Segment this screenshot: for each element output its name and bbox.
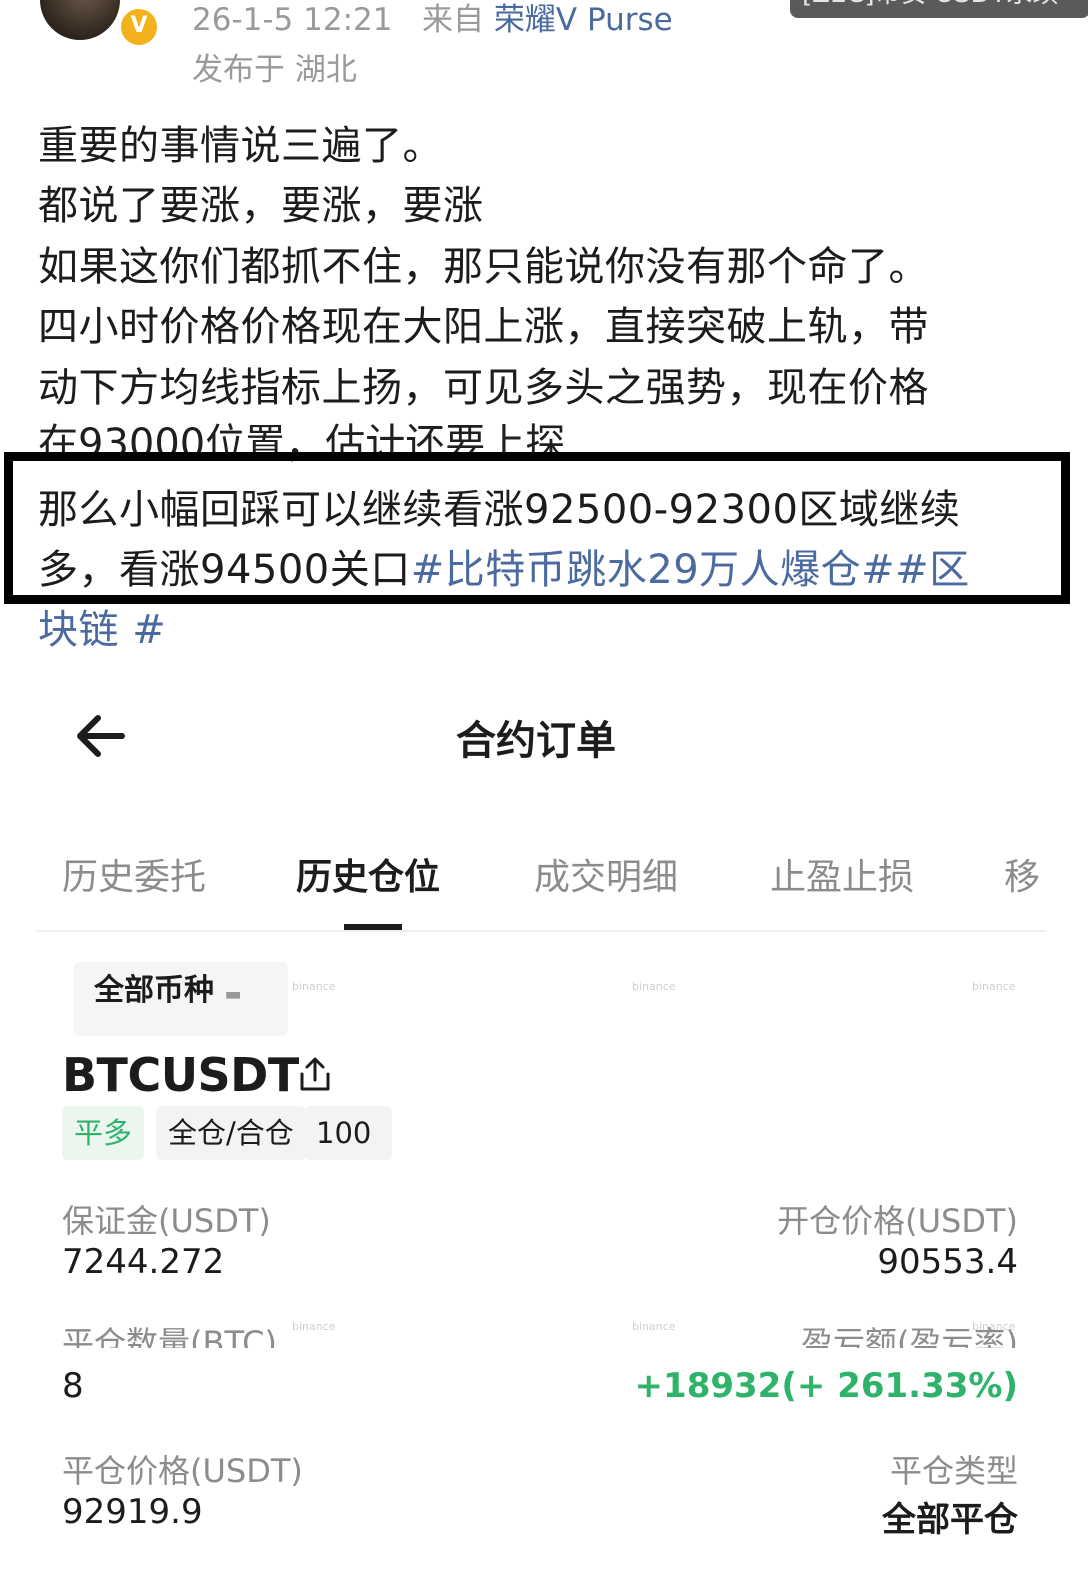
watermark: binance [292,1320,336,1333]
pnl-label-text: 盈亏额(盈亏率) [801,1324,1018,1348]
close-price-value: 92919.9 [62,1492,203,1532]
leverage-badge: 100 [304,1106,392,1160]
close-type-label: 平仓类型 [889,1452,1018,1490]
pnl-label: 盈亏额(盈亏率) [801,1318,1018,1348]
highlight-text: 多，看涨94500关口 [38,547,411,593]
hashtag-link[interactable]: #比特币跳水29万人爆仓##区 [411,547,970,593]
symbol-name: BTCUSDT [62,1048,299,1102]
coin-filter-dropdown[interactable]: 全部币种 ▬ [74,962,288,1036]
side-badge: 平多 [62,1106,145,1160]
tab-more[interactable]: 移 [1004,848,1044,900]
close-type-value: 全部平仓 [882,1500,1018,1540]
margin-label: 保证金(USDT) [62,1202,271,1240]
coin-filter-label: 全部币种 [94,973,214,1008]
page-title: 合约订单 [456,718,616,764]
share-icon[interactable] [296,1056,334,1094]
post-meta: 26-1-5 12:21 来自 荣耀V Purse [192,0,673,39]
post-text-line: 四小时价格价格现在大阳上涨，直接突破上轨，带 [38,304,929,350]
back-arrow-icon[interactable] [72,708,132,764]
tabs-divider [36,930,1046,932]
highlight-line: 那么小幅回踩可以继续看涨92500-92300区域继续 [38,487,961,533]
post-timestamp: 26-1-5 12:21 [192,2,393,38]
tab-position-history[interactable]: 历史仓位 [296,848,440,900]
watermark: binance [292,980,336,993]
tab-tp-sl[interactable]: 止盈止损 [770,848,914,900]
hashtag-link[interactable]: 块链 # [38,600,166,660]
tab-trade-details[interactable]: 成交明细 [534,848,678,900]
post-text-line: 重要的事情说三遍了。 [38,123,443,169]
avatar[interactable] [40,0,120,40]
margin-value: 7244.272 [62,1242,225,1282]
open-price-value: 90553.4 [877,1242,1018,1282]
close-qty-value: 8 [62,1366,84,1406]
watermark: binance [632,980,676,993]
chevron-down-icon: ▬ [224,984,242,1005]
open-price-label: 开仓价格(USDT) [777,1202,1018,1240]
close-qty-label: 平仓数量(BTC) [62,1318,277,1348]
verified-badge-icon: V [118,6,160,48]
close-price-label: 平仓价格(USDT) [62,1452,303,1490]
close-qty-label-text: 平仓数量(BTC) [62,1324,277,1348]
related-topic-tag[interactable]: [ZEC]币安 USDT永续 [790,0,1088,18]
watermark: binance [972,980,1016,993]
margin-mode-badge: 全仓/合仓 [156,1106,306,1160]
source-device-link[interactable]: 荣耀V Purse [494,2,673,38]
watermark: binance [632,1320,676,1333]
post-text-line: 都说了要涨，要涨，要涨 [38,183,484,229]
active-tab-indicator [344,924,402,930]
source-prefix: 来自 [422,2,485,38]
tab-order-history[interactable]: 历史委托 [62,848,206,900]
post-text-line: 如果这你们都抓不住，那只能说你没有那个命了。 [38,244,929,290]
post-text-line: 动下方均线指标上扬，可见多头之强势，现在价格 [38,365,929,411]
post-location: 发布于 湖北 [192,52,357,88]
pnl-value: +18932(+ 261.33%) [634,1366,1018,1406]
highlight-line: 多，看涨94500关口#比特币跳水29万人爆仓##区 [38,540,970,600]
